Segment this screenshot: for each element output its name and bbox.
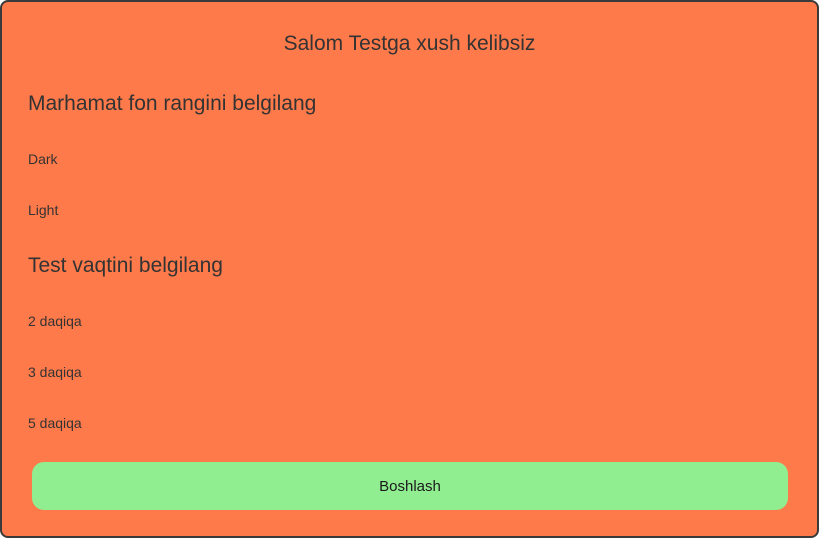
start-button[interactable]: Boshlash (32, 462, 788, 510)
background-option-dark[interactable]: Dark (28, 150, 58, 168)
time-option-2-minutes[interactable]: 2 daqiqa (28, 312, 82, 330)
time-option-5-minutes[interactable]: 5 daqiqa (28, 414, 82, 432)
background-color-heading: Marhamat fon rangini belgilang (28, 92, 317, 115)
time-option-3-minutes[interactable]: 3 daqiqa (28, 363, 82, 381)
test-time-heading: Test vaqtini belgilang (28, 254, 223, 277)
background-option-light[interactable]: Light (28, 201, 58, 219)
welcome-panel: Salom Testga xush kelibsiz Marhamat fon … (0, 0, 819, 538)
page-title: Salom Testga xush kelibsiz (283, 32, 536, 55)
